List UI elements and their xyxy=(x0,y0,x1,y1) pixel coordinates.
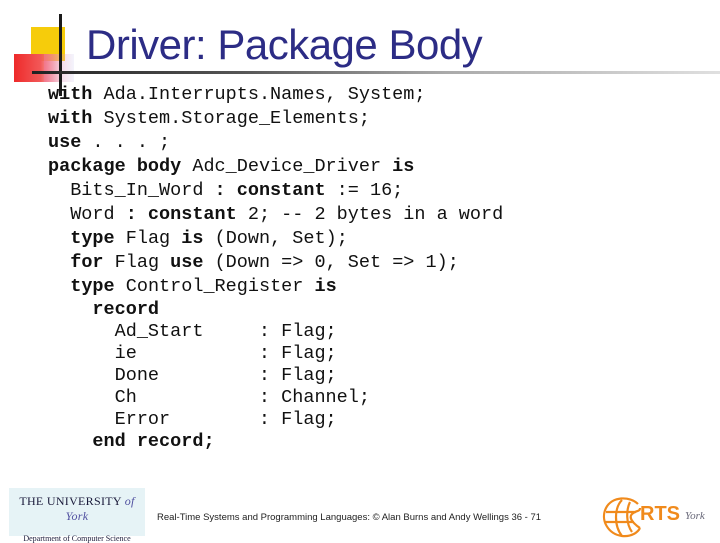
code-text: Adc_Device_Driver xyxy=(181,156,393,177)
code-line: with Ada.Interrupts.Names, System; xyxy=(48,83,503,107)
code-keyword: : constant xyxy=(125,204,237,225)
university-of-york-logo: THE UNIVERSITY of York Department of Com… xyxy=(9,488,145,543)
code-line: type Control_Register is xyxy=(48,275,503,299)
slide-title: Driver: Package Body xyxy=(86,21,483,68)
code-keyword: with xyxy=(48,84,93,105)
code-text: Bits_In_Word xyxy=(48,180,215,201)
rts-logo-text: RTS xyxy=(640,503,680,525)
code-keyword: for xyxy=(70,252,104,273)
code-keyword: : constant xyxy=(214,180,326,201)
decor-horizontal-line xyxy=(32,71,720,74)
code-text: Ada.Interrupts.Names, System; xyxy=(92,84,426,105)
code-line: Ad_Start : Flag; xyxy=(48,321,503,343)
code-line: Bits_In_Word : constant := 16; xyxy=(48,179,503,203)
code-text: Word xyxy=(48,204,126,225)
code-text: Flag xyxy=(103,252,171,273)
code-keyword: with xyxy=(48,108,93,129)
code-text: Ad_Start : Flag; xyxy=(48,321,337,342)
code-keyword: use xyxy=(48,132,82,153)
code-line: end record; xyxy=(48,431,503,453)
code-text: Flag xyxy=(114,228,182,249)
logo-department-text: Department of Computer Science xyxy=(23,534,131,543)
code-text: (Down => 0, Set => 1); xyxy=(203,252,459,273)
code-line: type Flag is (Down, Set); xyxy=(48,227,503,251)
code-text: (Down, Set); xyxy=(203,228,348,249)
code-line: Ch : Channel; xyxy=(48,387,503,409)
code-keyword: package body xyxy=(48,156,182,177)
code-text: 2; -- 2 bytes in a word xyxy=(236,204,504,225)
code-line: record xyxy=(48,299,503,321)
code-text: Error : Flag; xyxy=(48,409,337,430)
code-text: ie : Flag; xyxy=(48,343,337,364)
rts-logo-york: York xyxy=(685,510,705,522)
code-line: ie : Flag; xyxy=(48,343,503,365)
code-line: with System.Storage_Elements; xyxy=(48,107,503,131)
code-keyword: is xyxy=(392,156,415,177)
code-text: Ch : Channel; xyxy=(48,387,370,408)
code-text: := 16; xyxy=(325,180,404,201)
code-text: System.Storage_Elements; xyxy=(92,108,370,129)
code-keyword: use xyxy=(170,252,204,273)
code-line: for Flag use (Down => 0, Set => 1); xyxy=(48,251,503,275)
code-keyword: type xyxy=(70,228,115,249)
code-text: Control_Register xyxy=(114,276,315,297)
code-keyword: record xyxy=(92,299,160,320)
logo-university-text: THE UNIVERSITY xyxy=(19,494,122,508)
code-keyword: type xyxy=(70,276,115,297)
footer-copyright: Real-Time Systems and Programming Langua… xyxy=(157,512,542,523)
code-keyword: is xyxy=(314,276,337,297)
code-text: . . . ; xyxy=(81,132,171,153)
code-keyword: end record; xyxy=(92,431,215,452)
code-text: Done : Flag; xyxy=(48,365,337,386)
code-line: package body Adc_Device_Driver is xyxy=(48,155,503,179)
code-line: use . . . ; xyxy=(48,131,503,155)
code-line: Done : Flag; xyxy=(48,365,503,387)
code-line: Word : constant 2; -- 2 bytes in a word xyxy=(48,203,503,227)
code-keyword: is xyxy=(181,228,204,249)
code-line: Error : Flag; xyxy=(48,409,503,431)
code-block: with Ada.Interrupts.Names, System; with S… xyxy=(48,83,503,453)
